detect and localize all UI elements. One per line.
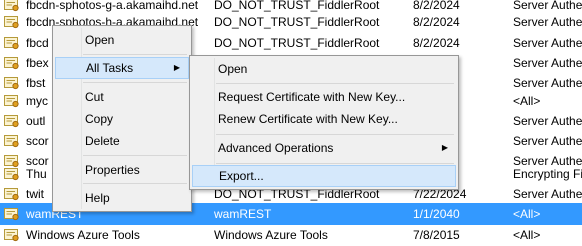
context-menu: Open All Tasks ▶ Cut Copy Delete Properti… xyxy=(52,25,192,212)
menu-separator xyxy=(216,83,454,84)
cert-purpose: Server Authen xyxy=(513,56,582,70)
certificate-icon xyxy=(4,57,19,70)
submenu-item-request-new-key[interactable]: Request Certificate with New Key... xyxy=(192,86,456,108)
menu-item-open[interactable]: Open xyxy=(55,29,189,51)
submenu-item-open[interactable]: Open xyxy=(192,58,456,80)
menu-item-copy[interactable]: Copy xyxy=(55,108,189,130)
menu-item-properties[interactable]: Properties xyxy=(55,159,189,181)
cert-issuer: DO_NOT_TRUST_FiddlerRoot xyxy=(214,15,380,29)
cert-purpose: Server Authen xyxy=(513,36,582,50)
menu-item-help[interactable]: Help xyxy=(55,187,189,209)
certificate-icon xyxy=(4,135,19,148)
submenu-item-renew-new-key[interactable]: Renew Certificate with New Key... xyxy=(192,108,456,130)
cert-name: Windows Azure Tools xyxy=(26,228,140,242)
table-row[interactable]: Windows Azure Tools Windows Azure Tools 7/… xyxy=(0,224,582,246)
cert-purpose: Server Authen xyxy=(513,187,582,201)
certificate-icon xyxy=(4,37,19,50)
menu-separator xyxy=(216,134,454,135)
cert-purpose: <All> xyxy=(513,228,541,242)
cert-expiration: 1/1/2040 xyxy=(413,207,460,221)
menu-separator xyxy=(83,183,187,184)
menu-separator xyxy=(83,82,187,83)
certificate-icon xyxy=(4,188,19,201)
certificate-icon xyxy=(4,16,19,29)
certificate-icon xyxy=(4,208,19,221)
cert-purpose: Server Authen xyxy=(513,15,582,29)
all-tasks-submenu: Open Request Certificate with New Key...… xyxy=(189,55,459,190)
submenu-item-export[interactable]: Export... xyxy=(192,165,456,187)
menu-separator xyxy=(83,54,187,55)
certificate-icon xyxy=(4,168,19,181)
menu-item-all-tasks[interactable]: All Tasks ▶ xyxy=(55,57,189,79)
certificate-icon xyxy=(4,115,19,128)
submenu-arrow-icon: ▶ xyxy=(173,63,180,72)
cert-purpose: Server Authen xyxy=(513,134,582,148)
menu-separator xyxy=(216,163,454,164)
submenu-item-advanced-operations[interactable]: Advanced Operations ▶ xyxy=(192,137,456,159)
cert-expiration: 7/8/2015 xyxy=(413,228,460,242)
cert-purpose: <All> xyxy=(513,94,541,108)
cert-issuer: Windows Azure Tools xyxy=(214,228,328,242)
cert-purpose: Encrypting Fi xyxy=(513,167,582,181)
cert-issuer: DO_NOT_TRUST_FiddlerRoot xyxy=(214,36,380,50)
cert-expiration: 8/2/2024 xyxy=(413,15,460,29)
cert-issuer: wamREST xyxy=(214,207,272,221)
menu-item-cut[interactable]: Cut xyxy=(55,86,189,108)
cert-expiration: 8/2/2024 xyxy=(413,36,460,50)
certificate-icon xyxy=(4,229,19,242)
menu-item-delete[interactable]: Delete xyxy=(55,130,189,152)
certificate-icon xyxy=(4,77,19,90)
menu-separator xyxy=(83,155,187,156)
cert-purpose: <All> xyxy=(513,207,541,221)
certificate-icon xyxy=(4,95,19,108)
cert-purpose: Server Authen xyxy=(513,114,582,128)
submenu-arrow-icon: ▶ xyxy=(441,143,448,152)
